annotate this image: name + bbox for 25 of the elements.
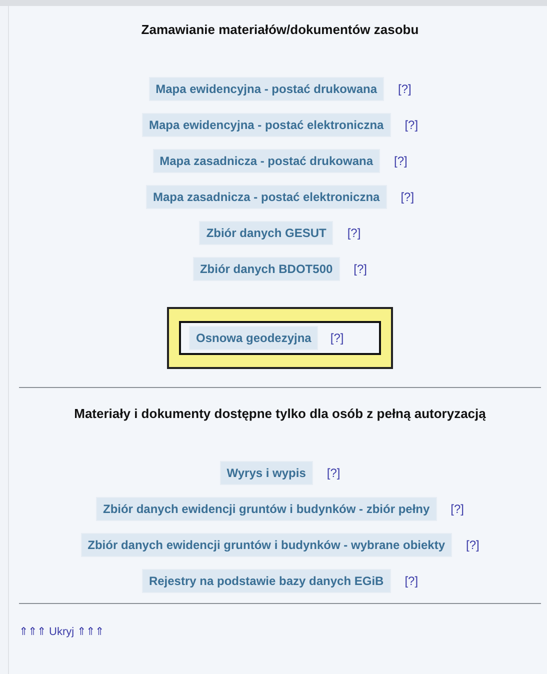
order-button[interactable]: Mapa ewidencyjna - postać drukowana (148, 77, 384, 101)
help-link[interactable]: [?] (404, 574, 418, 588)
help-link[interactable]: [?] (330, 331, 344, 345)
help-link[interactable]: [?] (398, 82, 412, 96)
order-button[interactable]: Zbiór danych BDOT500 (192, 257, 340, 281)
help-link[interactable]: [?] (450, 502, 464, 516)
order-button[interactable]: Zbiór danych GESUT (199, 221, 334, 245)
order-button[interactable]: Wyrys i wypis (220, 461, 313, 485)
order-button[interactable]: Zbiór danych ewidencji gruntów i budynków - wybrane obiekty (80, 533, 452, 557)
order-button[interactable]: Mapa zasadnicza - postać drukowana (152, 149, 380, 173)
section-heading: Zamawianie materiałów/dokumentów zasobu (140, 22, 420, 37)
order-button[interactable]: Zbiór danych ewidencji gruntów i budynków - zbiór pełny (96, 497, 437, 521)
help-link[interactable]: [?] (394, 154, 408, 168)
help-link[interactable]: [?] (326, 466, 340, 480)
help-link[interactable]: [?] (400, 190, 414, 204)
order-button[interactable]: Mapa ewidencyjna - postać elektroniczna (142, 113, 391, 137)
hide-link[interactable]: ⇑⇑⇑ Ukryj ⇑⇑⇑ (19, 625, 104, 638)
help-link[interactable]: [?] (354, 262, 368, 276)
help-link[interactable]: [?] (466, 538, 480, 552)
section-heading: Materiały i dokumenty dostępne tylko dla osób z pełną autoryzacją (73, 406, 487, 421)
help-link[interactable]: [?] (404, 118, 418, 132)
order-button[interactable]: Rejestry na podstawie bazy danych EGiB (142, 569, 391, 593)
help-link[interactable]: [?] (347, 226, 361, 240)
order-button[interactable]: Mapa zasadnicza - postać elektroniczna (146, 185, 387, 209)
order-button[interactable]: Osnowa geodezyjna (189, 326, 318, 350)
